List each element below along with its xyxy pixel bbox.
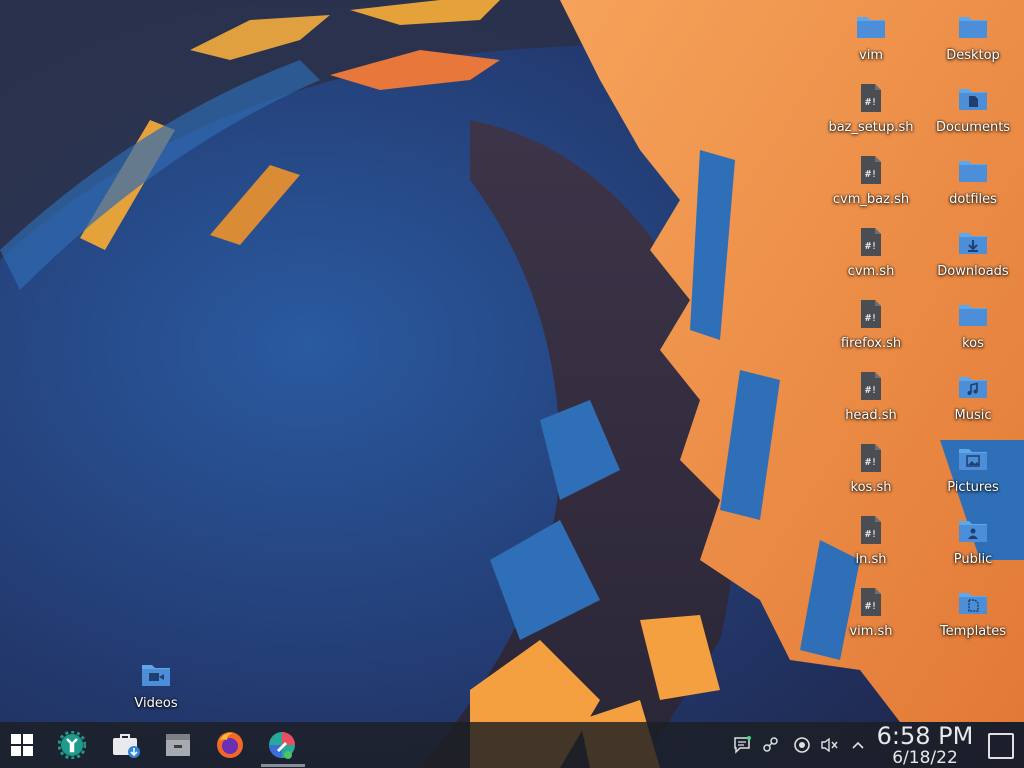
expand-tray-button[interactable] [848, 735, 868, 755]
desktop-icon-ln-sh[interactable]: #! ln.sh [823, 514, 919, 584]
desktop-icon-label: Downloads [937, 264, 1009, 279]
svg-text:#!: #! [865, 313, 877, 324]
color-picker-icon [269, 732, 295, 759]
desktop-icon-label: Public [953, 552, 993, 567]
clock-time[interactable]: 6:58 PM [876, 722, 974, 750]
desktop-icon-label: vim.sh [849, 624, 893, 639]
shell-script-icon: #! [861, 228, 881, 256]
system-settings-icon [58, 731, 86, 759]
shell-script-icon: #! [861, 300, 881, 328]
desktop-icon-desktop[interactable]: Desktop [925, 10, 1021, 80]
shell-script-icon: #! [861, 516, 881, 544]
folder-icon [857, 17, 885, 38]
desktop-icon-videos[interactable]: Videos [108, 658, 204, 728]
notifications-tray-button[interactable] [732, 735, 752, 755]
desktop-icon-label: Pictures [947, 480, 999, 495]
desktop-icon-label: Desktop [946, 48, 1000, 63]
folder-videos-icon [142, 665, 170, 686]
desktop-icon-vim[interactable]: vim [823, 10, 919, 80]
file-manager-icon [166, 734, 190, 756]
firefox-launcher[interactable] [208, 722, 252, 768]
volume-muted-icon [821, 737, 838, 753]
svg-text:#!: #! [865, 97, 877, 108]
folder-public-icon [959, 521, 987, 542]
desktop-icon-label: baz_setup.sh [828, 120, 914, 135]
svg-text:#!: #! [865, 385, 877, 396]
folder-icon [959, 17, 987, 38]
discover-store-launcher[interactable] [104, 722, 148, 768]
desktop-icon-label: Videos [134, 696, 178, 711]
file-manager-launcher[interactable] [156, 722, 200, 768]
desktop-icon-vim-sh[interactable]: #! vim.sh [823, 586, 919, 656]
desktop-icon-label: kos.sh [850, 480, 892, 495]
discover-store-icon [113, 734, 140, 758]
desktop-icon-label: ln.sh [855, 552, 887, 567]
folder-downloads-icon [959, 233, 987, 254]
folder-icon [959, 305, 987, 326]
desktop-icon-label: Documents [935, 120, 1011, 135]
desktop-icon-label: vim [859, 48, 883, 63]
desktop-icon-label: Music [954, 408, 992, 423]
system-settings-launcher[interactable] [50, 722, 94, 768]
desktop-icon-label: firefox.sh [840, 336, 902, 351]
desktop[interactable]: vim Desktop #! baz_setup.sh Documents #!… [0, 0, 1024, 768]
desktop-icon-dotfiles[interactable]: dotfiles [925, 154, 1021, 224]
desktop-icon-baz-setup-sh[interactable]: #! baz_setup.sh [823, 82, 919, 152]
active-task-indicator [261, 764, 305, 767]
svg-text:#!: #! [865, 457, 877, 468]
desktop-icon-documents[interactable]: Documents [925, 82, 1021, 152]
desktop-icon-pictures[interactable]: Pictures [925, 442, 1021, 512]
desktop-icon-label: kos [962, 336, 984, 351]
update-icon [794, 737, 810, 753]
folder-music-icon [959, 377, 987, 398]
volume-tray-button[interactable] [820, 735, 840, 755]
desktop-icon-templates[interactable]: Templates [925, 586, 1021, 656]
desktop-icon-kos[interactable]: kos [925, 298, 1021, 368]
shell-script-icon: #! [861, 588, 881, 616]
desktop-icon-cvm-sh[interactable]: #! cvm.sh [823, 226, 919, 296]
shell-script-icon: #! [861, 444, 881, 472]
desktop-icon-label: head.sh [845, 408, 897, 423]
folder-icon [959, 161, 987, 182]
shell-script-icon: #! [861, 156, 881, 184]
update-tray-button[interactable] [792, 735, 812, 755]
desktop-icon-kos-sh[interactable]: #! kos.sh [823, 442, 919, 512]
desktop-icon-firefox-sh[interactable]: #! firefox.sh [823, 298, 919, 368]
desktop-icon-downloads[interactable]: Downloads [925, 226, 1021, 296]
svg-text:#!: #! [865, 529, 877, 540]
shell-script-icon: #! [861, 84, 881, 112]
show-desktop-button[interactable] [988, 733, 1014, 759]
application-launcher-button[interactable] [0, 722, 44, 768]
notifications-icon [734, 736, 751, 754]
shell-script-icon: #! [861, 372, 881, 400]
svg-text:#!: #! [865, 169, 877, 180]
folder-pictures-icon [959, 449, 987, 470]
desktop-icon-label: cvm_baz.sh [832, 192, 910, 207]
desktop-icon-label: dotfiles [949, 192, 997, 207]
desktop-icon-label: Templates [939, 624, 1007, 639]
folder-templates-icon [959, 593, 987, 614]
clock-date[interactable]: 6/18/22 [876, 748, 974, 768]
kde-connect-tray-button[interactable] [760, 735, 780, 755]
desktop-icon-music[interactable]: Music [925, 370, 1021, 440]
desktop-icon-public[interactable]: Public [925, 514, 1021, 584]
folder-documents-icon [959, 89, 987, 110]
desktop-icon-cvm-baz-sh[interactable]: #! cvm_baz.sh [823, 154, 919, 224]
expand-tray-icon [852, 741, 864, 749]
desktop-icon-head-sh[interactable]: #! head.sh [823, 370, 919, 440]
color-picker-launcher[interactable] [260, 722, 304, 768]
firefox-icon [217, 732, 243, 758]
taskbar [0, 722, 1024, 768]
svg-text:#!: #! [865, 241, 877, 252]
svg-text:#!: #! [865, 601, 877, 612]
desktop-icon-label: cvm.sh [847, 264, 895, 279]
kde-connect-icon [763, 737, 778, 752]
application-launcher-icon [11, 734, 33, 756]
